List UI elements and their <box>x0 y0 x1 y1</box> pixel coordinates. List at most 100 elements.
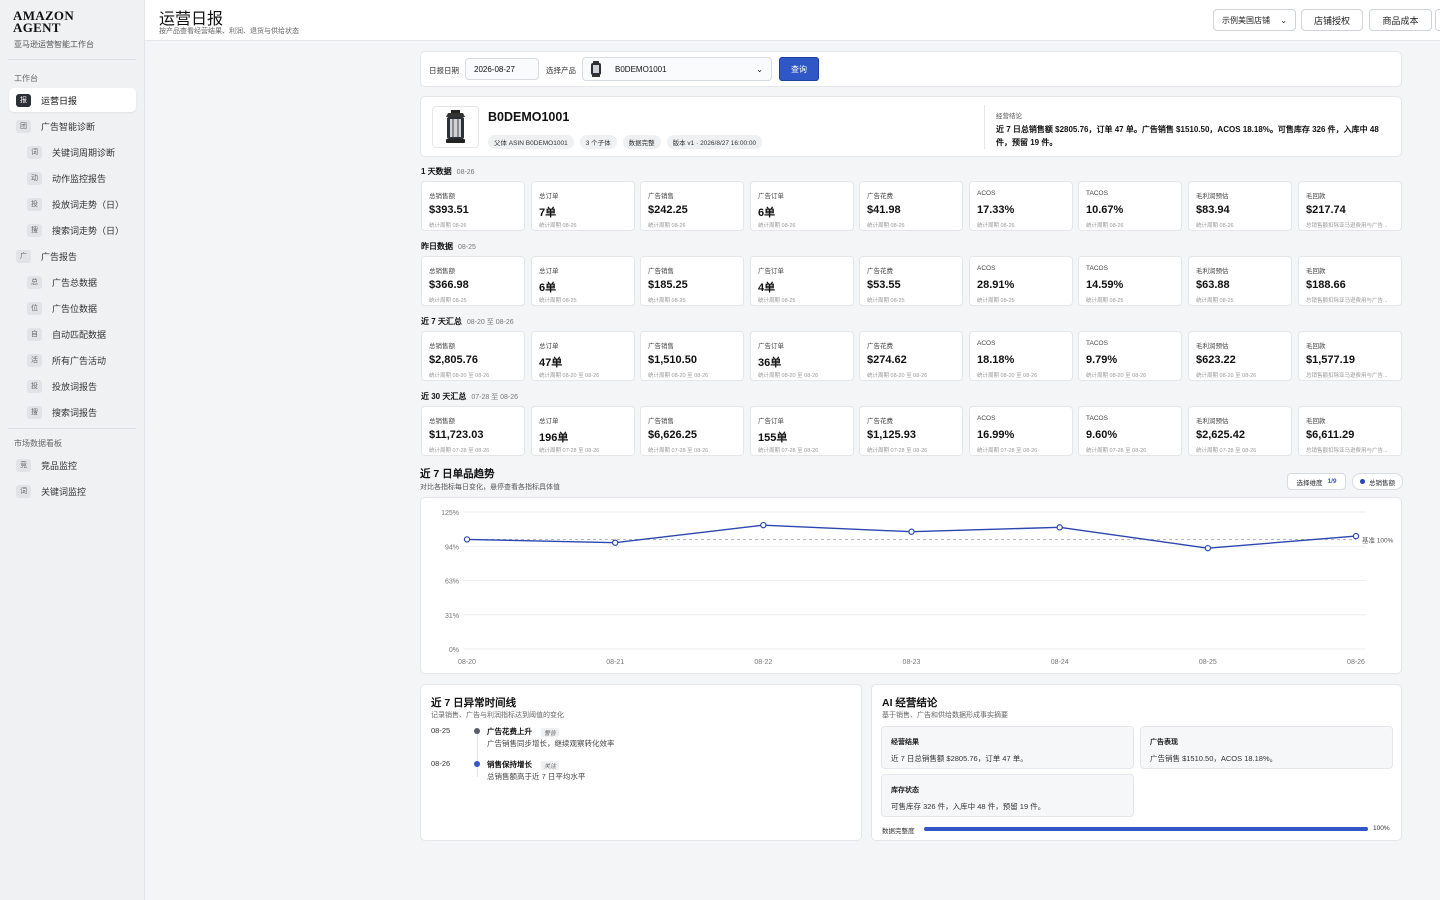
metric-label: 毛回款 <box>1306 193 1326 200</box>
metric-value: $217.74 <box>1306 204 1346 216</box>
ai-box-results: 经营结果近 7 日总销售额 $2805.76，订单 47 单。 <box>881 726 1134 769</box>
metric-card: 毛利润预估 $83.94 统计周期 08-26 <box>1188 181 1292 231</box>
metric-card: 毛回款 $1,577.19 总销售额扣除亚马逊费用与广告... <box>1298 331 1402 381</box>
metric-value: $6,611.29 <box>1306 429 1355 441</box>
metric-card: TACOS 10.67% 统计周期 08-26 <box>1078 181 1182 231</box>
keyword-cycle-icon: 词 <box>27 145 42 159</box>
data-point[interactable] <box>1204 544 1212 552</box>
sidebar-item-ad-report[interactable]: 广广告报告 <box>9 244 136 268</box>
sidebar-item-label: 投放词走势（日） <box>52 199 125 210</box>
dimension-select[interactable]: 选择维度 1/9 <box>1287 473 1346 490</box>
sidebar-item-daily-report[interactable]: 报运营日报 <box>9 88 136 112</box>
filter-bar: 日报日期 2026-08-27 选择产品 B0DEMO1001 ⌄ 查询 <box>420 51 1402 87</box>
sidebar-item-target-report[interactable]: 投投放词报告 <box>20 374 136 398</box>
sidebar-item-competitor-monitor[interactable]: 竞竞品监控 <box>9 453 136 477</box>
product-cost-button[interactable]: 商品成本 <box>1369 9 1432 31</box>
metric-card: 广告销售 $185.25 统计周期 08-25 <box>640 256 744 306</box>
metric-note: 统计周期 08-26 <box>648 223 686 229</box>
product-select[interactable]: B0DEMO1001 ⌄ <box>582 57 772 81</box>
trend-title: 近 7 日单品趋势 <box>420 468 495 480</box>
data-point[interactable] <box>908 528 915 535</box>
legend-total-sales[interactable]: 总销售额 <box>1352 473 1403 490</box>
tag-parent-asin: 父体 ASIN B0DEMO1001 <box>488 135 574 149</box>
metric-card: 广告订单 4单 统计周期 08-25 <box>750 256 854 306</box>
sidebar-item-auto-match[interactable]: 自自动匹配数据 <box>20 322 136 346</box>
sidebar-item-ad-total[interactable]: 总广告总数据 <box>20 270 136 294</box>
metric-card: 总销售额 $2,805.76 统计周期 08-20 至 08-26 <box>421 331 525 381</box>
metric-value: 47单 <box>539 357 563 369</box>
page-subtitle: 按产品查看经营结果、利润、退货与供给状态 <box>159 28 299 35</box>
metric-label: ACOS <box>977 190 996 197</box>
metric-value: $11,723.03 <box>429 429 484 441</box>
target-report-icon: 投 <box>27 379 42 393</box>
metric-value: 14.59% <box>1086 279 1124 291</box>
metric-value: $41.98 <box>867 204 901 216</box>
data-point[interactable] <box>1056 524 1063 531</box>
chevron-down-icon: ⌄ <box>756 64 763 74</box>
tag-data-complete: 数据完整 <box>622 135 661 149</box>
sidebar-item-search-trend[interactable]: 搜搜索词走势（日） <box>20 218 136 242</box>
metric-note: 统计周期 07-28 至 08-26 <box>539 448 600 454</box>
query-button[interactable]: 查询 <box>779 57 819 81</box>
sidebar-item-ad-placement[interactable]: 位广告位数据 <box>20 296 136 320</box>
metric-label: 毛利润预估 <box>1196 343 1229 350</box>
sidebar-item-label: 投放词报告 <box>52 381 98 392</box>
store-select[interactable]: 示例美国店铺 ⌄ <box>1213 9 1296 31</box>
metric-label: 总销售额 <box>429 418 455 425</box>
sidebar-divider <box>8 428 136 429</box>
metric-value: $242.25 <box>648 204 688 216</box>
metric-note: 统计周期 08-26 <box>429 223 467 229</box>
tag-version: 版本 v1 · 2026/8/27 16:00:00 <box>666 135 763 149</box>
sidebar: AMAZON AGENT 亚马逊运营智能工作台 工作台 报运营日报团广告智能诊断词… <box>0 0 145 900</box>
metric-note: 统计周期 08-25 <box>758 298 796 304</box>
metric-card: ACOS 18.18% 统计周期 08-20 至 08-26 <box>969 331 1073 381</box>
metric-card: 毛回款 $188.66 总销售额扣除亚马逊费用与广告... <box>1298 256 1402 306</box>
legend-dot-icon <box>1360 479 1365 484</box>
more-button[interactable] <box>1435 9 1440 31</box>
metric-card: 广告销售 $242.25 统计周期 08-26 <box>640 181 744 231</box>
data-point[interactable] <box>611 539 619 546</box>
metric-note: 统计周期 08-25 <box>1086 298 1124 304</box>
timeline-panel: 近 7 日异常时间线 记录销售、广告与利润指标达到阈值的变化 08-25 广告花… <box>420 684 862 841</box>
sidebar-item-target-trend[interactable]: 投投放词走势（日） <box>20 192 136 216</box>
sidebar-item-keyword-monitor[interactable]: 词关键词监控 <box>9 479 136 503</box>
metric-card: ACOS 17.33% 统计周期 08-26 <box>969 181 1073 231</box>
sidebar-item-keyword-cycle[interactable]: 词关键词周期诊断 <box>20 140 136 164</box>
metric-card: TACOS 9.79% 统计周期 08-20 至 08-26 <box>1078 331 1182 381</box>
completeness-label: 数据完整度 <box>882 828 915 835</box>
metric-value: $63.88 <box>1196 279 1230 291</box>
sidebar-item-label: 运营日报 <box>41 95 78 106</box>
data-point[interactable] <box>463 536 471 543</box>
sidebar-item-search-report[interactable]: 搜搜索词报告 <box>20 400 136 424</box>
date-input[interactable]: 2026-08-27 <box>465 58 539 80</box>
metric-card: 毛回款 $217.74 总销售额扣除亚马逊费用与广告... <box>1298 181 1402 231</box>
timeline-dot <box>474 728 480 734</box>
metric-note: 统计周期 08-25 <box>977 298 1015 304</box>
metric-value: $1,577.19 <box>1306 354 1355 366</box>
metric-value: $1,125.93 <box>867 429 916 441</box>
metric-card: 毛利润预估 $623.22 统计周期 08-20 至 08-26 <box>1188 331 1292 381</box>
sidebar-item-all-campaigns[interactable]: 活所有广告活动 <box>20 348 136 372</box>
metric-value: 6单 <box>539 282 557 294</box>
metric-card: 总订单 7单 统计周期 08-26 <box>531 181 635 231</box>
logo: AMAZON AGENT <box>13 8 75 35</box>
baseline-label: 基准 100% <box>1362 535 1394 544</box>
sidebar-item-action-monitor[interactable]: 动动作监控报告 <box>20 166 136 190</box>
metric-note: 统计周期 07-28 至 08-26 <box>429 448 490 454</box>
sidebar-item-label: 广告智能诊断 <box>41 121 96 132</box>
metric-value: 155单 <box>758 432 788 444</box>
timeline-event-badge: 警告 <box>541 728 560 737</box>
metric-note: 统计周期 08-26 <box>977 223 1015 229</box>
store-auth-button[interactable]: 店铺授权 <box>1301 9 1363 31</box>
ai-box-inventory: 库存状态 可售库存 326 件，入库中 48 件，预留 19 件。 <box>881 774 1134 817</box>
data-point[interactable] <box>760 521 767 529</box>
product-image <box>432 106 479 148</box>
ai-subtitle: 基于销售、广告和供给数据形成事实摘要 <box>882 712 1008 719</box>
sidebar-item-ad-diagnosis[interactable]: 团广告智能诊断 <box>9 114 136 138</box>
metric-card: 毛回款 $6,611.29 总销售额扣除亚马逊费用与广告... <box>1298 406 1402 456</box>
metric-note: 统计周期 08-25 <box>867 298 905 304</box>
metric-note: 统计周期 08-25 <box>1196 298 1234 304</box>
data-point[interactable] <box>1352 532 1360 540</box>
metric-label: 广告销售 <box>648 193 674 200</box>
sidebar-item-label: 自动匹配数据 <box>52 329 107 340</box>
